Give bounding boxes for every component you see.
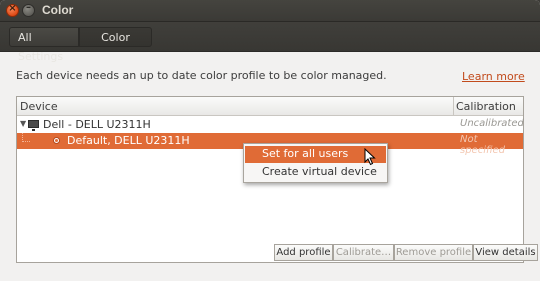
close-icon: × [8, 3, 17, 14]
title-bar: × – Color [0, 0, 540, 22]
profile-name: Default, DELL U2311H [67, 134, 190, 147]
color-settings-window: × – Color All Settings Color Each device… [0, 0, 540, 281]
column-separator [453, 97, 454, 116]
all-settings-button[interactable]: All Settings [9, 27, 79, 63]
device-calibration: Uncalibrated [460, 118, 524, 129]
minimize-button[interactable]: – [22, 2, 35, 17]
window-title: Color [42, 3, 74, 17]
default-profile-radio[interactable] [53, 137, 60, 144]
menu-item-create-virtual-device[interactable]: Create virtual device [245, 164, 386, 181]
remove-profile-button[interactable]: Remove profile [394, 244, 473, 261]
device-name: Dell - DELL U2311H [43, 118, 151, 131]
mouse-pointer-icon [364, 148, 376, 166]
table-header: Device Calibration [17, 97, 523, 116]
minimize-icon: – [26, 2, 31, 13]
add-profile-button[interactable]: Add profile [274, 244, 333, 261]
column-header-device[interactable]: Device [20, 100, 58, 113]
tree-connector [22, 133, 30, 142]
breadcrumb-color[interactable]: Color [79, 27, 152, 47]
info-text: Each device needs an up to date color pr… [16, 69, 387, 82]
learn-more-link[interactable]: Learn more [462, 70, 525, 83]
monitor-icon [28, 120, 39, 131]
column-header-calibration[interactable]: Calibration [456, 100, 516, 113]
view-details-button[interactable]: View details [473, 244, 538, 261]
header-toolbar: All Settings Color [0, 22, 540, 63]
table-row-device[interactable]: ▼ Dell - DELL U2311H Uncalibrated [17, 117, 524, 133]
close-button[interactable]: × [6, 3, 19, 17]
profile-calibration: Not specified [460, 134, 505, 156]
calibrate-button[interactable]: Calibrate… [333, 244, 394, 261]
expander-down-icon[interactable]: ▼ [20, 119, 26, 128]
